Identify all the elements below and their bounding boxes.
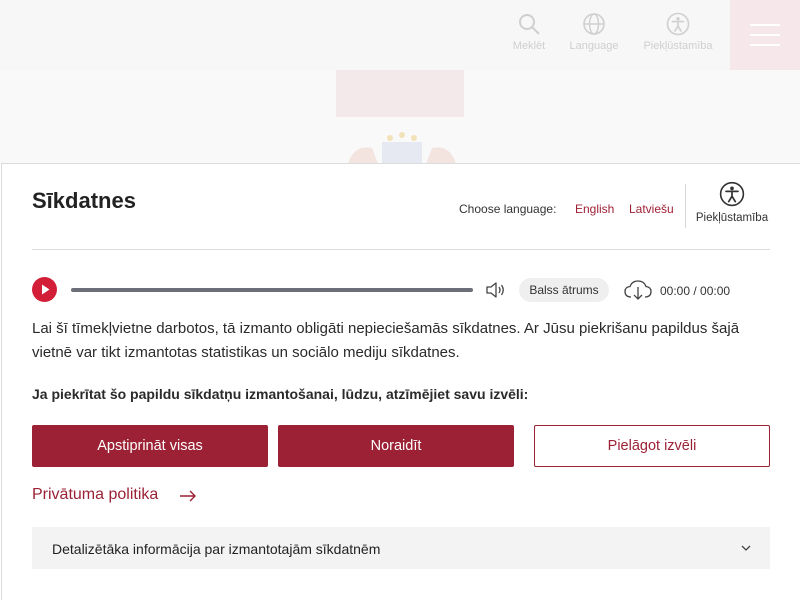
accessibility-icon [666,12,690,36]
audio-time: 00:00 / 00:00 [660,284,731,298]
menu-button[interactable] [730,0,800,70]
play-icon [42,284,50,295]
site-header: Meklēt Language Piekļūstamība [0,0,800,70]
reject-button[interactable]: Noraidīt [278,425,514,467]
header-accessibility-label: Piekļūstamība [643,40,713,52]
language-link-english[interactable]: English [575,202,614,216]
details-accordion-label: Detalizētāka informācija par izmantotajā… [52,541,381,557]
privacy-policy-link[interactable]: Privātuma politika [32,486,158,504]
language-link-latviesu[interactable]: Latviešu [629,202,674,216]
arrow-right-icon[interactable] [178,488,198,504]
header-language[interactable]: Language [564,12,624,52]
divider [685,184,686,228]
accessibility-button[interactable]: Piekļūstamība [692,181,772,224]
audio-progress-bar[interactable] [71,288,473,292]
globe-icon [583,13,605,35]
accept-all-button[interactable]: Apstiprināt visas [32,425,268,467]
header-language-label: Language [569,40,619,52]
search-icon [519,14,540,35]
header-search[interactable]: Meklēt [508,12,550,52]
cookie-consent-panel: Sīkdatnes Choose language: English Latvi… [1,163,800,600]
panel-title: Sīkdatnes [32,188,136,213]
customize-button[interactable]: Pielāgot izvēli [534,425,770,467]
logo-placeholder [336,70,464,117]
cookie-description: Lai šī tīmekļvietne darbotos, tā izmanto… [32,320,740,361]
menu-icon [750,24,780,26]
details-accordion[interactable]: Detalizētāka informācija par izmantotajā… [32,527,770,569]
coat-of-arms-emblem [348,132,456,164]
header-accessibility[interactable]: Piekļūstamība [638,12,718,52]
accessibility-icon [719,181,745,207]
chevron-down-icon [741,545,751,551]
download-icon[interactable] [623,278,653,302]
play-button[interactable] [32,277,57,302]
accessibility-label: Piekļūstamība [695,212,769,224]
divider [32,249,770,250]
consent-prompt: Ja piekrītat šo papildu sīkdatņu izmanto… [32,386,529,402]
header-search-label: Meklēt [512,40,546,52]
volume-icon[interactable] [485,280,507,300]
voice-speed-button[interactable]: Balss ātrums [519,278,609,302]
choose-language-label: Choose language: [459,202,557,216]
